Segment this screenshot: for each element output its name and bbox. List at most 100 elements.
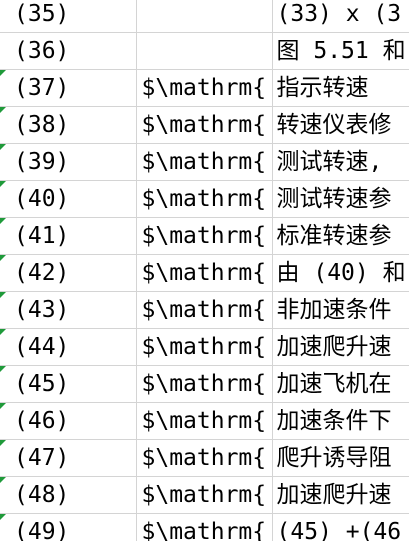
cell-formula[interactable]: $\mathrm{: [136, 217, 273, 255]
cell-row-label[interactable]: (47): [0, 439, 137, 477]
cell-row-label[interactable]: (37): [0, 69, 137, 107]
table-row: (37) $\mathrm{ 指示转速: [0, 69, 409, 107]
cell-row-label[interactable]: (36): [0, 32, 137, 70]
cell-row-label[interactable]: (40): [0, 180, 137, 218]
table-row: (42) $\mathrm{由 (40) 和: [0, 254, 409, 292]
cell-formula[interactable]: $\mathrm{: [136, 402, 273, 440]
table-row: (35) (33) x (3: [0, 0, 409, 33]
cell-row-label[interactable]: (49): [0, 513, 137, 541]
cell-text: $\mathrm{: [141, 75, 267, 101]
cell-description[interactable]: (33) x (3: [272, 0, 409, 33]
cell-row-label[interactable]: (35): [0, 0, 137, 33]
cell-formula[interactable]: $\mathrm{: [136, 143, 273, 181]
cell-formula[interactable]: $\mathrm{: [136, 328, 273, 366]
cell-text: $\mathrm{: [141, 297, 267, 323]
table-row: (48) $\mathrm{ 加速爬升速: [0, 476, 409, 514]
cell-row-label[interactable]: (39): [0, 143, 137, 181]
cell-description[interactable]: 测试转速,: [272, 143, 409, 181]
comment-indicator-icon: [0, 255, 6, 261]
cell-text: $\mathrm{: [141, 371, 267, 397]
cell-formula[interactable]: $\mathrm{: [136, 69, 273, 107]
cell-formula[interactable]: $\mathrm{: [136, 291, 273, 329]
cell-row-label[interactable]: (41): [0, 217, 137, 255]
table-row: (44) $\mathrm{加速爬升速: [0, 328, 409, 366]
cell-formula[interactable]: $\mathrm{: [136, 365, 273, 403]
comment-indicator-icon: [0, 292, 6, 298]
cell-text: 加速飞机在: [276, 371, 392, 397]
cell-description[interactable]: 加速爬升速: [272, 328, 409, 366]
cell-text: (48): [14, 482, 70, 508]
cell-text: $\mathrm{: [141, 260, 267, 286]
comment-indicator-icon: [0, 403, 6, 409]
cell-description[interactable]: 非加速条件: [272, 291, 409, 329]
cell-text: 爬升诱导阻: [276, 445, 392, 471]
cell-row-label[interactable]: (42): [0, 254, 137, 292]
comment-indicator-icon: [0, 329, 6, 335]
cell-text: 非加速条件: [276, 297, 392, 323]
cell-description[interactable]: 图 5.51 和: [272, 32, 409, 70]
cell-formula[interactable]: $\mathrm{: [136, 439, 273, 477]
cell-text: (36): [14, 38, 70, 64]
cell-text: 测试转速参: [276, 186, 392, 212]
cell-text: (43): [14, 297, 70, 323]
table-row: (41) $\mathrm{标准转速参: [0, 217, 409, 255]
cell-text: $\mathrm{: [141, 482, 267, 508]
comment-indicator-icon: [0, 440, 6, 446]
cell-text: 指示转速: [276, 75, 369, 101]
comment-indicator-icon: [0, 514, 6, 520]
cell-text: (39): [14, 149, 70, 175]
table-row: (40) $\mathrm{ 测试转速参: [0, 180, 409, 218]
comment-indicator-icon: [0, 181, 6, 187]
table-row: (36) 图 5.51 和: [0, 32, 409, 70]
cell-description[interactable]: 加速飞机在: [272, 365, 409, 403]
cell-row-label[interactable]: (38): [0, 106, 137, 144]
cell-row-label[interactable]: (48): [0, 476, 137, 514]
cell-formula[interactable]: $\mathrm{: [136, 180, 273, 218]
cell-formula[interactable]: [136, 32, 273, 70]
cell-text: $\mathrm{: [141, 112, 267, 138]
cell-text: $\mathrm{: [141, 408, 267, 434]
cell-row-label[interactable]: (46): [0, 402, 137, 440]
cell-row-label[interactable]: (44): [0, 328, 137, 366]
cell-formula[interactable]: $\mathrm{: [136, 106, 273, 144]
cell-description[interactable]: 指示转速: [272, 69, 409, 107]
comment-indicator-icon: [0, 218, 6, 224]
cell-text: 加速爬升速: [276, 482, 392, 508]
cell-description[interactable]: (45) +(46: [272, 513, 409, 541]
cell-text: (45): [14, 371, 70, 397]
cell-text: $\mathrm{: [141, 223, 267, 249]
cell-row-label[interactable]: (45): [0, 365, 137, 403]
cell-text: (42): [14, 260, 70, 286]
cell-text: $\mathrm{: [141, 445, 267, 471]
cell-text: $\mathrm{: [141, 149, 267, 175]
table-row: (45) $\mathrm{ 加速飞机在: [0, 365, 409, 403]
cell-description[interactable]: 加速条件下: [272, 402, 409, 440]
comment-indicator-icon: [0, 70, 6, 76]
table-row: (39) $\mathrm{测试转速,: [0, 143, 409, 181]
table-row: (43) $\mathrm{ 非加速条件: [0, 291, 409, 329]
cell-description[interactable]: 标准转速参: [272, 217, 409, 255]
cell-text: (37): [14, 75, 70, 101]
cell-text: $\mathrm{: [141, 186, 267, 212]
cell-text: 图 5.51 和: [276, 38, 406, 64]
cell-formula[interactable]: [136, 0, 273, 33]
cell-text: 加速条件下: [276, 408, 392, 434]
cell-description[interactable]: 加速爬升速: [272, 476, 409, 514]
cell-text: (41): [14, 223, 70, 249]
cell-row-label[interactable]: (43): [0, 291, 137, 329]
cell-text: (44): [14, 334, 70, 360]
comment-indicator-icon: [0, 477, 6, 483]
cell-description[interactable]: 测试转速参: [272, 180, 409, 218]
cell-text: (35): [14, 1, 70, 27]
cell-formula[interactable]: $\mathrm{: [136, 513, 273, 541]
table-row: (38) $\mathrm{转速仪表修: [0, 106, 409, 144]
cell-text: $\mathrm{: [141, 519, 267, 541]
cell-text: (40): [14, 186, 70, 212]
cell-text: 加速爬升速: [276, 334, 392, 360]
cell-formula[interactable]: $\mathrm{: [136, 476, 273, 514]
cell-formula[interactable]: $\mathrm{: [136, 254, 273, 292]
cell-description[interactable]: 由 (40) 和: [272, 254, 409, 292]
cell-description[interactable]: 爬升诱导阻: [272, 439, 409, 477]
cell-description[interactable]: 转速仪表修: [272, 106, 409, 144]
cell-text: (46): [14, 408, 70, 434]
